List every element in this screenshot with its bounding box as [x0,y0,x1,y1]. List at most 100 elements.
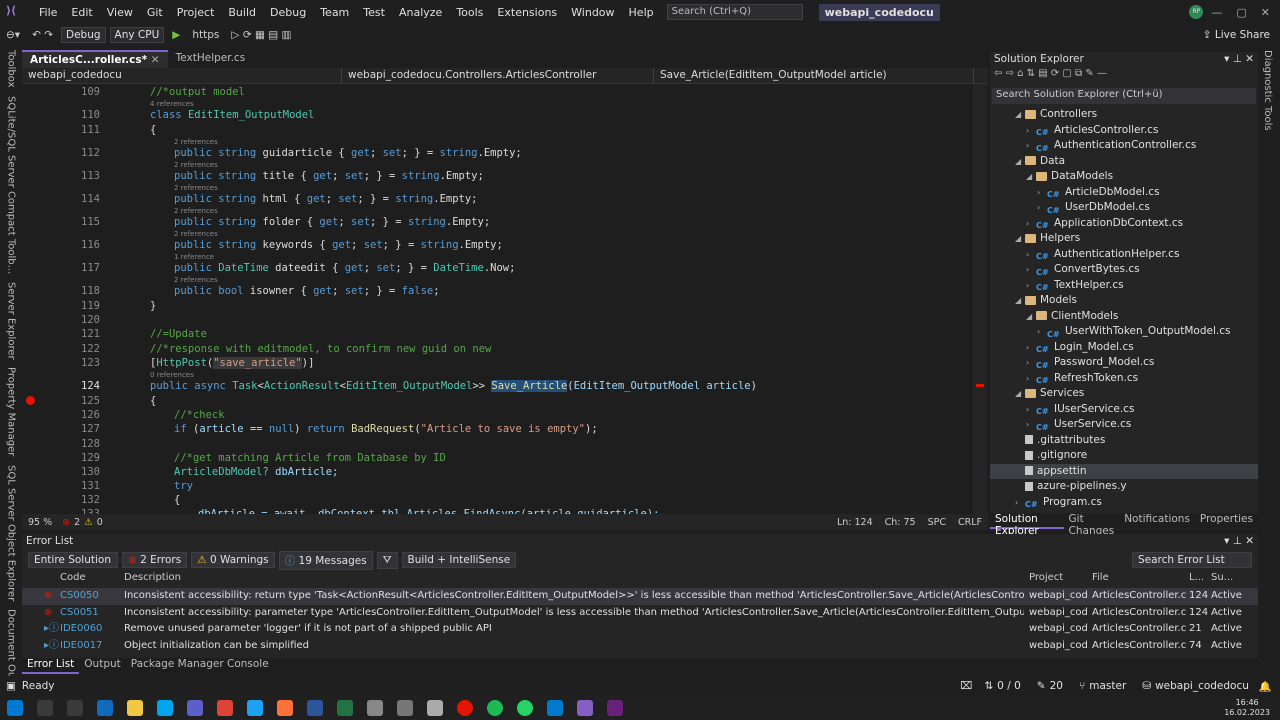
collapsed-chevron-icon[interactable]: › [1026,247,1036,263]
menu-git[interactable]: Git [140,6,170,19]
vs-preview-icon[interactable] [607,700,623,716]
tree-item[interactable]: › C# ApplicationDbContext.cs [990,216,1258,232]
collapsed-chevron-icon[interactable]: › [1026,216,1036,232]
menu-edit[interactable]: Edit [64,6,99,19]
filter-icon[interactable]: ⛛ [376,551,398,569]
tree-item[interactable]: .gitignore [990,448,1258,464]
changes-count[interactable]: 20 [1050,680,1075,692]
branch-name[interactable]: master [1089,680,1138,692]
maximize-icon[interactable]: ▢ [1236,6,1246,19]
expanded-chevron-icon[interactable]: ◢ [1026,309,1036,325]
visual-studio-icon[interactable] [577,700,593,716]
error-row[interactable]: ▸ⓘ IDE0017 Object initialization can be si… [22,638,1258,655]
tab-notifications[interactable]: Notifications [1119,513,1195,529]
sync-count[interactable]: 0 / 0 [997,680,1033,692]
notification-icon[interactable]: ⌧ [952,680,980,692]
tree-item[interactable]: › C# AuthenticationHelper.cs [990,247,1258,263]
collapsed-chevron-icon[interactable]: › [1037,200,1047,216]
tree-item[interactable]: › C# UserDbModel.cs [990,200,1258,216]
tab-git-changes[interactable]: Git Changes [1064,513,1120,537]
warning-count[interactable]: 0 [93,517,107,528]
error-code[interactable]: CS0051 [60,605,120,622]
menu-tools[interactable]: Tools [449,6,490,19]
expanded-chevron-icon[interactable]: ◢ [1015,107,1025,123]
expanded-chevron-icon[interactable]: ◢ [1015,154,1025,170]
error-row[interactable]: ▸ⓘ IDE0060 Remove unused parameter 'logger… [22,621,1258,638]
scope-select[interactable]: Entire Solution [28,552,118,568]
errors-filter[interactable]: ⊗ 2 Errors [122,552,188,568]
firefox-icon[interactable] [277,700,293,716]
tree-item[interactable]: ◢ ClientModels [990,309,1258,325]
tab-texthelper[interactable]: TextHelper.cs [168,50,254,68]
remote-icon[interactable] [367,700,383,716]
panel-controls-icon[interactable]: ▾ ⊥ ✕ [1224,53,1254,67]
spotify-icon[interactable] [487,700,503,716]
outlook-icon[interactable] [97,700,113,716]
teams-icon[interactable] [187,700,203,716]
menu-build[interactable]: Build [221,6,263,19]
tree-item[interactable]: › C# Program.cs [990,495,1258,511]
left-rail-tab[interactable]: SQLite/SQL Server Compact Toolb... [6,92,17,278]
method-name[interactable]: Save_Article [491,380,568,392]
error-row[interactable]: ⊗ CS0051 Inconsistent accessibility: param… [22,605,1258,622]
project-dropdown[interactable]: webapi_codedocu [22,68,342,83]
tree-item[interactable]: ◢ Controllers [990,107,1258,123]
zoom-level[interactable]: 95 % [22,517,58,528]
collapsed-chevron-icon[interactable]: › [1026,262,1036,278]
app-icon[interactable] [427,700,443,716]
tree-item[interactable]: ◢ Models [990,293,1258,309]
tree-item[interactable]: › C# RefreshToken.cs [990,371,1258,387]
menu-team[interactable]: Team [313,6,356,19]
solution-search-input[interactable]: Search Solution Explorer (Ctrl+ü) [992,88,1256,104]
word-icon[interactable] [307,700,323,716]
collapsed-chevron-icon[interactable]: › [1015,495,1025,511]
tree-item[interactable]: › C# Password_Model.cs [990,355,1258,371]
edge-icon[interactable] [247,700,263,716]
chrome-icon[interactable] [217,700,233,716]
build-source-select[interactable]: Build + IntelliSense [401,552,517,568]
windows-icon[interactable] [157,700,173,716]
expanded-chevron-icon[interactable]: ◢ [1026,169,1036,185]
column-description[interactable]: Description [124,570,181,587]
collapsed-chevron-icon[interactable]: › [1037,324,1047,340]
run-icon[interactable]: ▶ [166,29,186,41]
search-icon[interactable] [37,700,53,716]
error-code[interactable]: CS0050 [60,588,120,605]
column-file[interactable]: File [1092,570,1109,587]
whatsapp-icon[interactable] [517,700,533,716]
tree-item[interactable]: azure-pipelines.y [990,479,1258,495]
notification-bell-icon[interactable]: 🔔 [1259,680,1280,693]
error-code[interactable]: IDE0060 [60,621,120,638]
task-view-icon[interactable] [67,700,83,716]
vscode-icon[interactable] [547,700,563,716]
menu-extensions[interactable]: Extensions [490,6,564,19]
warnings-filter[interactable]: ⚠ 0 Warnings [191,552,275,568]
tab-package-manager[interactable]: Package Manager Console [126,658,274,674]
column-suppression[interactable]: Su... [1211,570,1233,587]
collapsed-chevron-icon[interactable]: › [1026,371,1036,387]
tree-item[interactable]: › C# AuthenticationController.cs [990,138,1258,154]
search-input[interactable]: Search (Ctrl+Q) [666,4,803,20]
error-row[interactable]: ⊗ CS0050 Inconsistent accessibility: retur… [22,588,1258,605]
tree-item[interactable]: ◢ DataModels [990,169,1258,185]
back-icon[interactable]: ⊖▾ [0,29,26,41]
expanded-chevron-icon[interactable]: ◢ [1015,386,1025,402]
tree-item[interactable]: .gitattributes [990,433,1258,449]
collapsed-chevron-icon[interactable]: › [1026,417,1036,433]
live-share-button[interactable]: ⇪ Live Share [1203,29,1270,41]
tree-item[interactable]: › C# UserWithToken_OutputModel.cs [990,324,1258,340]
user-avatar[interactable]: RP [1189,5,1204,19]
messages-filter[interactable]: ⓘ 19 Messages [278,550,373,570]
menu-file[interactable]: File [32,6,64,19]
menu-help[interactable]: Help [622,6,661,19]
tree-item[interactable]: › C# ArticlesController.cs [990,123,1258,139]
expanded-chevron-icon[interactable]: ◢ [1015,293,1025,309]
diagnostic-tools-tab[interactable]: Diagnostic Tools [1262,46,1273,135]
class-dropdown[interactable]: webapi_codedocu.Controllers.ArticlesCont… [342,68,654,83]
tab-solution-explorer[interactable]: Solution Explorer [990,513,1064,537]
tab-articles-controller[interactable]: ArticlesC...roller.cs* ✕ [22,50,168,68]
left-rail-tab[interactable]: Toolbox [6,46,17,92]
repo-name[interactable]: webapi_codedocu [1155,680,1259,692]
record-icon[interactable] [457,700,473,716]
tree-item[interactable]: › C# IUserService.cs [990,402,1258,418]
